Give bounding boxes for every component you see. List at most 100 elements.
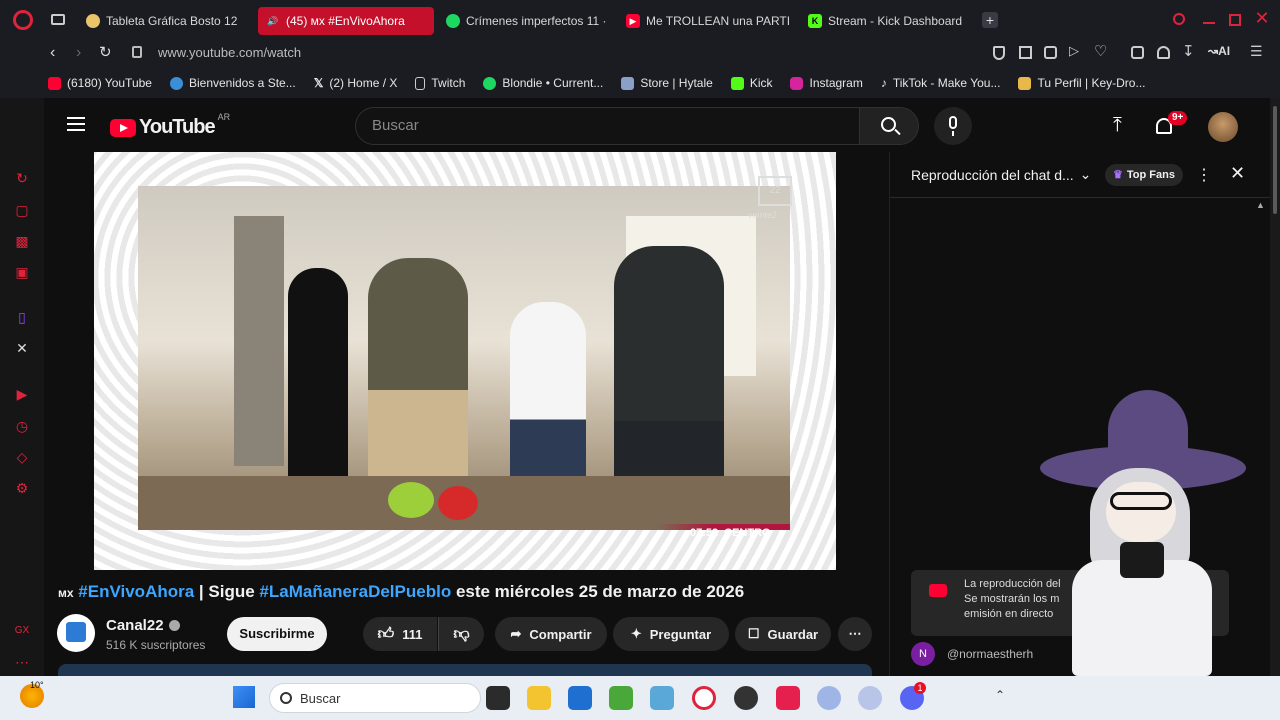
chat-scroll-up-icon[interactable]: ▲ [1256,200,1265,210]
extensions-icon[interactable]: ◇ [14,449,30,465]
obs-icon[interactable] [734,686,758,710]
new-tab-button[interactable]: + [982,12,998,28]
lock-icon[interactable] [132,46,142,58]
discord-icon[interactable]: 1 [900,682,926,710]
ask-button[interactable]: ✦ Preguntar [613,617,729,651]
wallet-icon[interactable] [1157,46,1170,59]
minecraft-icon[interactable] [609,686,633,710]
search-input[interactable]: Buscar [355,107,860,145]
extensions-icon[interactable] [1131,46,1144,59]
reload-icon[interactable]: ↻ [99,43,112,61]
player-icon[interactable]: ▶ [14,386,30,402]
channel-avatar[interactable] [57,614,95,652]
bookmark-spotify[interactable]: Blondie • Current... [483,76,603,90]
description-box[interactable] [58,664,872,676]
photos-icon[interactable] [650,686,674,710]
bookmark-label: TikTok - Make You... [892,76,1001,90]
pin-icon[interactable] [993,46,1005,60]
file-explorer-icon[interactable] [527,686,551,710]
minimize-button[interactable] [1203,22,1215,24]
hamburger-menu-icon[interactable] [67,117,85,131]
maximize-button[interactable] [1229,14,1241,26]
bookmark-tiktok[interactable]: ♪ TikTok - Make You... [881,76,1001,90]
tab-youtube-active[interactable]: 🔊 (45) мх #EnVivoAhora [258,7,434,35]
gx-corner-icon[interactable]: ▣ [14,264,30,280]
store-icon[interactable] [568,686,592,710]
bookmark-instagram[interactable]: Instagram [790,76,863,90]
bookmark-twitch[interactable]: Twitch [415,76,465,90]
more-actions-button[interactable]: ⋯ [838,617,872,651]
youtube-logo[interactable]: YouTube AR [110,112,230,139]
voice-search-button[interactable] [934,107,972,145]
tab-label: Me TROLLEAN una PARTI [646,14,790,28]
tab-islands-icon[interactable] [51,14,65,25]
history-icon[interactable]: ◷ [14,418,30,434]
play-icon[interactable]: ▷ [1069,43,1079,59]
tiktok-live-icon[interactable] [776,686,800,710]
search-tabs-icon[interactable] [1173,13,1185,25]
search-button[interactable] [859,107,919,145]
menu-icon[interactable]: ☰ [1250,43,1263,60]
url-field[interactable]: www.youtube.com/watch [158,45,301,60]
settings-icon[interactable]: ⚙ [14,480,30,496]
person-man-green [368,258,468,498]
opera-logo-icon[interactable] [13,10,33,30]
x-icon[interactable]: ✕ [14,340,30,356]
more-icon[interactable]: ⋯ [14,654,30,670]
bookmark-hytale[interactable]: Store | Hytale [621,76,713,90]
messenger-icon[interactable]: ▩ [14,233,30,249]
forward-icon[interactable]: › [76,44,81,62]
app-icon-2[interactable] [858,686,882,710]
bookmark-kick[interactable]: Kick [730,76,772,90]
taskbar-search[interactable]: Buscar [269,683,481,713]
vtuber-overlay [1028,390,1248,676]
chat-username[interactable]: @normaestherh [947,647,1033,661]
start-button[interactable] [233,686,255,708]
tray-chevron-icon[interactable]: ⌃ [995,688,1005,702]
gx-control-icon[interactable]: GX [14,623,30,639]
snapshot-icon[interactable] [1019,46,1032,59]
tab-kick-dashboard[interactable]: K Stream - Kick Dashboard [800,7,972,35]
chat-options-icon[interactable]: ⋮ [1196,165,1212,185]
tab-trollean[interactable]: ▶ Me TROLLEAN una PARTI [618,7,790,35]
page-scrollbar[interactable] [1270,98,1280,676]
heart-icon[interactable]: ♡ [1094,42,1107,60]
download-icon[interactable]: ↧ [1182,42,1195,60]
adblock-icon[interactable] [1044,46,1057,59]
taskview-icon[interactable] [486,686,510,710]
hashtag-envivoahora[interactable]: #EnVivoAhora [78,582,194,601]
share-label: Compartir [529,626,592,642]
crypto-wallet-icon[interactable]: ▢ [14,202,30,218]
like-button[interactable]: 👍︎ 111 [363,617,437,651]
tab-crimenes[interactable]: Crímenes imperfectos 11 · [438,7,610,35]
close-window-button[interactable]: ✕ [1252,8,1272,28]
chat-title-dropdown[interactable]: Reproducción del chat d... ⌄ [911,166,1091,183]
bookmark-youtube[interactable]: (6180) YouTube [48,76,152,90]
back-icon[interactable]: ‹ [50,44,55,62]
bookmark-steam[interactable]: Bienvenidos a Ste... [169,76,296,90]
browser-sidebar: ↻ ▢ ▩ ▣ ▯ ✕ ▶ ◷ ◇ ⚙ GX ⋯ [0,98,44,676]
x-icon: 𝕏 [313,76,324,90]
create-upload-icon[interactable]: ⤒ [1113,114,1122,137]
channel-name[interactable]: Canal22 [106,617,180,634]
subscribe-button[interactable]: Suscribirme [227,617,327,651]
aria-icon[interactable]: ↻ [14,170,30,186]
video-content [138,186,790,530]
app-icon-1[interactable] [817,686,841,710]
dislike-button[interactable]: 👎︎ [438,617,484,651]
close-chat-icon[interactable]: ✕ [1230,163,1245,184]
notifications-button[interactable]: 9+ [1156,111,1188,138]
top-fans-chip[interactable]: ♛ Top Fans [1105,164,1183,186]
avatar[interactable] [1208,112,1238,142]
tab-tableta[interactable]: Tableta Gráfica Bosto 12 [78,7,250,35]
opera-gx-icon[interactable] [692,686,716,710]
video-player[interactable]: 22 veinte2 07:52 CENTRO [94,152,836,570]
twitch-icon[interactable]: ▯ [14,309,30,325]
ai-button[interactable]: ↝AI [1208,44,1230,58]
bookmark-label: (6180) YouTube [67,76,152,90]
bookmark-keydrop[interactable]: Tu Perfil | Key-Dro... [1018,76,1145,90]
bookmark-x[interactable]: 𝕏 (2) Home / X [314,76,398,90]
hashtag-lamananera[interactable]: #LaMañaneraDelPueblo [259,582,451,601]
share-button[interactable]: ➦ Compartir [495,617,607,651]
save-button[interactable]: ☐ Guardar [735,617,831,651]
